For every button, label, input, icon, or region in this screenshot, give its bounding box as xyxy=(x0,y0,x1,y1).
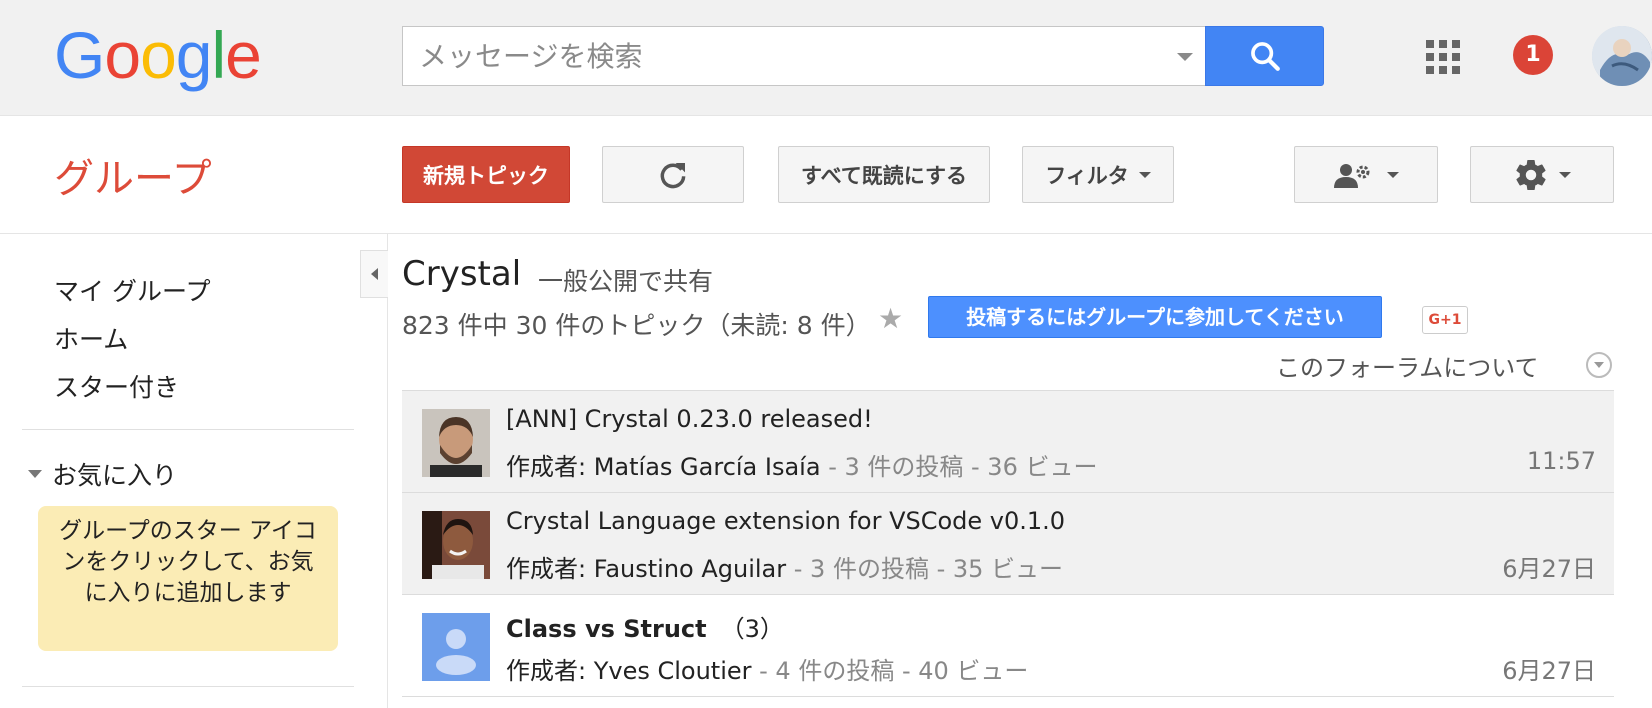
chevron-down-icon xyxy=(1559,171,1571,178)
google-logo[interactable]: Google xyxy=(54,18,262,92)
top-bar: Google 1 xyxy=(0,0,1652,116)
search-button[interactable] xyxy=(1205,26,1324,86)
forum-name: Crystal xyxy=(402,254,522,294)
sidebar-item-my-groups[interactable]: マイ グループ xyxy=(54,272,210,308)
gear-icon xyxy=(1516,159,1546,190)
favorites-header[interactable]: お気に入り xyxy=(28,456,177,492)
topic-title-text: [ANN] Crystal 0.23.0 released! xyxy=(506,405,873,433)
about-forum-link[interactable]: このフォーラムについて xyxy=(1276,348,1539,383)
topic-title[interactable]: Class vs Struct （3） xyxy=(506,609,784,644)
sidebar-item-starred[interactable]: スター付き xyxy=(54,368,179,404)
expand-triangle-icon xyxy=(28,470,42,478)
topic-author: Matías García Isaía xyxy=(593,453,821,481)
filter-label: フィルタ xyxy=(1045,163,1129,188)
member-settings-button[interactable] xyxy=(1294,146,1438,203)
account-avatar[interactable] xyxy=(1592,26,1652,86)
collapse-sidebar-button[interactable] xyxy=(360,250,388,298)
logo-letter: G xyxy=(54,18,105,92)
topic-row[interactable]: [ANN] Crystal 0.23.0 released! 作成者: Matí… xyxy=(402,390,1614,492)
expand-circle-icon[interactable] xyxy=(1586,352,1612,378)
author-photo-icon xyxy=(422,511,490,579)
topic-row[interactable]: Crystal Language extension for VSCode v0… xyxy=(402,492,1614,594)
favorites-label: お気に入り xyxy=(52,461,178,490)
chevron-left-icon xyxy=(371,268,378,280)
author-prefix: 作成者: xyxy=(506,555,594,583)
author-prefix: 作成者: xyxy=(506,453,594,481)
search-box[interactable] xyxy=(402,26,1205,86)
logo-letter: o xyxy=(104,18,141,92)
notification-badge[interactable]: 1 xyxy=(1513,35,1553,75)
topic-meta: 作成者: Matías García Isaía - 3 件の投稿 - 36 ビ… xyxy=(506,447,1097,482)
sidebar-item-home[interactable]: ホーム xyxy=(54,320,128,356)
topic-meta: 作成者: Yves Cloutier - 4 件の投稿 - 40 ビュー xyxy=(506,651,1028,686)
chevron-down-icon xyxy=(1138,171,1151,178)
app-title[interactable]: グループ xyxy=(54,146,212,204)
logo-letter: g xyxy=(175,18,213,92)
topic-reply-count: （3） xyxy=(720,615,784,643)
search-input[interactable] xyxy=(419,38,1119,74)
default-person-icon xyxy=(422,613,490,681)
topic-stats: - 3 件の投稿 - 35 ビュー xyxy=(786,555,1064,583)
topic-author: Yves Cloutier xyxy=(593,657,752,685)
search-icon xyxy=(1250,42,1280,71)
author-avatar xyxy=(422,409,490,477)
person-gear-icon xyxy=(1334,163,1370,188)
sidebar-divider xyxy=(22,429,354,430)
apps-grid-icon[interactable] xyxy=(1426,40,1460,74)
google-plus-one-button[interactable]: G+1 xyxy=(1422,306,1468,334)
topic-date: 11:57 xyxy=(1526,447,1596,475)
profile-photo-icon xyxy=(1592,26,1652,86)
author-photo-icon xyxy=(422,409,490,477)
logo-letter: l xyxy=(211,18,227,92)
topic-date: 6月27日 xyxy=(1502,657,1596,685)
topic-meta: 作成者: Faustino Aguilar - 3 件の投稿 - 35 ビュー xyxy=(506,549,1063,584)
topic-stats: - 4 件の投稿 - 40 ビュー xyxy=(751,657,1029,685)
filter-button[interactable]: フィルタ xyxy=(1022,146,1174,203)
topic-title-text: Class vs Struct xyxy=(506,615,707,643)
sidebar-divider xyxy=(22,686,354,687)
topic-date: 6月27日 xyxy=(1502,555,1596,583)
topic-title[interactable]: Crystal Language extension for VSCode v0… xyxy=(506,507,1079,535)
new-topic-button[interactable]: 新規トピック xyxy=(402,146,570,203)
author-avatar xyxy=(422,511,490,579)
topic-count: 823 件中 30 件のトピック（未読: 8 件） xyxy=(402,311,871,340)
mark-all-read-label: すべて既読にする xyxy=(801,163,967,188)
sidebar: マイ グループ ホーム スター付き お気に入り グループのスター アイコンをクリ… xyxy=(0,234,388,708)
topic-stats: - 3 件の投稿 - 36 ビュー xyxy=(820,453,1098,481)
group-toolbar: グループ 新規トピック すべて既読にする フィルタ xyxy=(0,116,1652,234)
topic-title-text: Crystal Language extension for VSCode v0… xyxy=(506,507,1066,535)
search-options-dropdown-icon[interactable] xyxy=(1177,53,1193,61)
forum-visibility: 一般公開で共有 xyxy=(538,267,714,296)
star-icon[interactable]: ★ xyxy=(878,302,903,335)
author-avatar xyxy=(422,613,490,681)
topic-title[interactable]: [ANN] Crystal 0.23.0 released! xyxy=(506,405,887,433)
mark-all-read-button[interactable]: すべて既読にする xyxy=(778,146,990,203)
topic-row[interactable]: Class vs Struct （3） 作成者: Yves Cloutier - … xyxy=(402,594,1614,696)
settings-button[interactable] xyxy=(1470,146,1614,203)
logo-letter: e xyxy=(225,18,262,92)
join-group-button[interactable]: 投稿するにはグループに参加してください xyxy=(928,296,1382,338)
logo-letter: o xyxy=(140,18,177,92)
topic-author: Faustino Aguilar xyxy=(593,555,787,583)
favorites-hint: グループのスター アイコンをクリックして、お気に入りに追加します xyxy=(38,506,338,651)
refresh-button[interactable] xyxy=(602,146,744,203)
new-topic-label: 新規トピック xyxy=(423,163,549,188)
author-prefix: 作成者: xyxy=(506,657,594,685)
list-bottom-border xyxy=(402,696,1614,697)
chevron-down-icon xyxy=(1387,171,1399,178)
refresh-icon xyxy=(660,162,686,188)
